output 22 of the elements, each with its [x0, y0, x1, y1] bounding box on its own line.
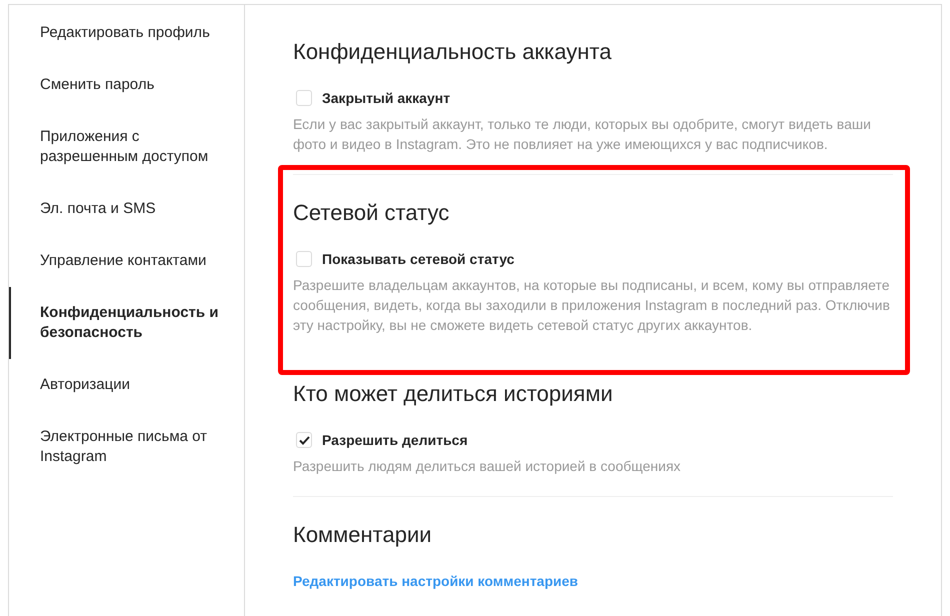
sidebar-item[interactable]: Электронные письма от Instagram: [9, 411, 244, 483]
checkbox[interactable]: [296, 432, 312, 448]
setting-description: Разрешите владельцам аккаунтов, на которые вы подписаны, и всем, кому вы отправляете сообщения, видеть, когда вы заходили в приложения Instagram в последний раз. Отключив эту настройку, вы не сможете видеть сетевой статус других аккаунтов.: [293, 276, 891, 335]
sidebar-item[interactable]: Приложения с разрешенным доступом: [9, 111, 244, 183]
sidebar-item[interactable]: Эл. почта и SMS: [9, 183, 244, 235]
checkbox-label: Показывать сетевой статус: [322, 251, 514, 267]
checkmark-icon: [298, 436, 310, 444]
checkbox-label: Закрытый аккаунт: [322, 90, 450, 106]
checkbox[interactable]: [296, 90, 312, 106]
sidebar-item[interactable]: Конфиденциальность и безопасность: [9, 287, 244, 359]
sidebar-item[interactable]: Сменить пароль: [9, 59, 244, 111]
setting-description: Если у вас закрытый аккаунт, только те люди, которых вы одобрите, смогут видеть ваши фото и видео в Instagram. Это не повлияет на уже имеющихся у вас подписчиков.: [293, 115, 872, 154]
setting-description: Разрешить людям делиться вашей историей в сообщениях: [293, 457, 682, 476]
sidebar-item[interactable]: Управление контактами: [9, 235, 244, 287]
section-heading: Комментарии: [293, 522, 433, 548]
sidebar-item[interactable]: Редактировать профиль: [9, 7, 244, 59]
section-heading: Конфиденциальность аккаунта: [293, 39, 612, 65]
checkbox-label: Разрешить делиться: [322, 432, 468, 448]
sidebar-item[interactable]: Авторизации: [9, 359, 244, 411]
section-heading: Сетевой статус: [293, 200, 450, 226]
checkbox[interactable]: [296, 251, 312, 267]
section-heading: Кто может делиться историями: [293, 381, 614, 407]
